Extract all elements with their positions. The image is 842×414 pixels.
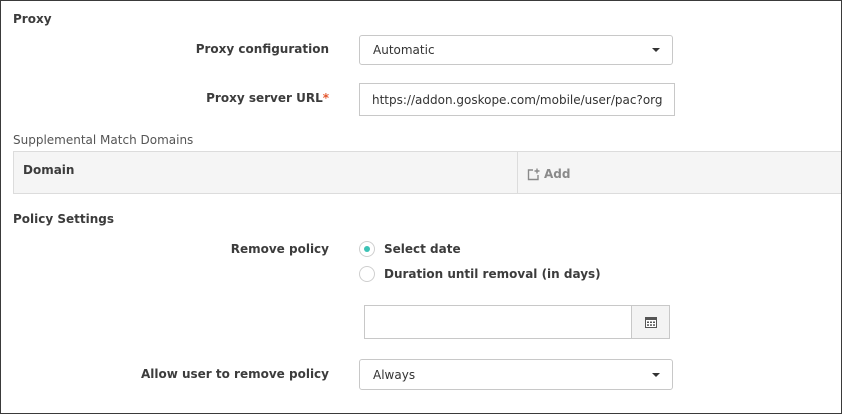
radio-select-date-label: Select date [384,242,461,256]
calendar-button[interactable] [631,306,669,338]
settings-panel: Proxy Proxy configuration Automatic Prox… [0,0,842,414]
allow-user-remove-label: Allow user to remove policy [140,367,329,381]
proxy-server-url-label-text: Proxy server URL [206,91,323,105]
proxy-configuration-value: Automatic [373,43,435,57]
policy-section-title: Policy Settings [13,212,115,226]
proxy-configuration-select[interactable]: Automatic [359,35,673,65]
proxy-server-url-input[interactable] [359,83,675,116]
supplemental-domains-table: Domain Add [13,151,841,194]
add-domain-button[interactable]: Add [527,167,570,181]
caret-down-icon [652,372,660,377]
radio-duration-label: Duration until removal (in days) [384,267,601,281]
domain-column-header: Domain [23,163,75,177]
calendar-icon [644,317,657,328]
radio-duration-until-removal[interactable]: Duration until removal (in days) [359,266,601,282]
date-picker [364,305,670,339]
radio-selected-dot [364,246,370,252]
radio-button[interactable] [359,266,375,282]
required-mark: * [322,91,329,105]
table-divider [517,152,518,193]
proxy-section-title: Proxy [13,12,52,26]
date-input[interactable] [365,306,631,338]
remove-policy-label: Remove policy [230,242,329,256]
supplemental-domains-title: Supplemental Match Domains [13,133,194,147]
caret-down-icon [652,48,660,52]
add-domain-label: Add [544,167,571,181]
radio-select-date[interactable]: Select date [359,241,461,257]
allow-user-remove-select[interactable]: Always [359,359,673,390]
add-icon [527,168,540,180]
proxy-server-url-label: Proxy server URL* [206,91,329,105]
proxy-configuration-label: Proxy configuration [195,42,329,56]
radio-button-selected[interactable] [359,241,375,257]
allow-user-remove-value: Always [373,367,416,382]
